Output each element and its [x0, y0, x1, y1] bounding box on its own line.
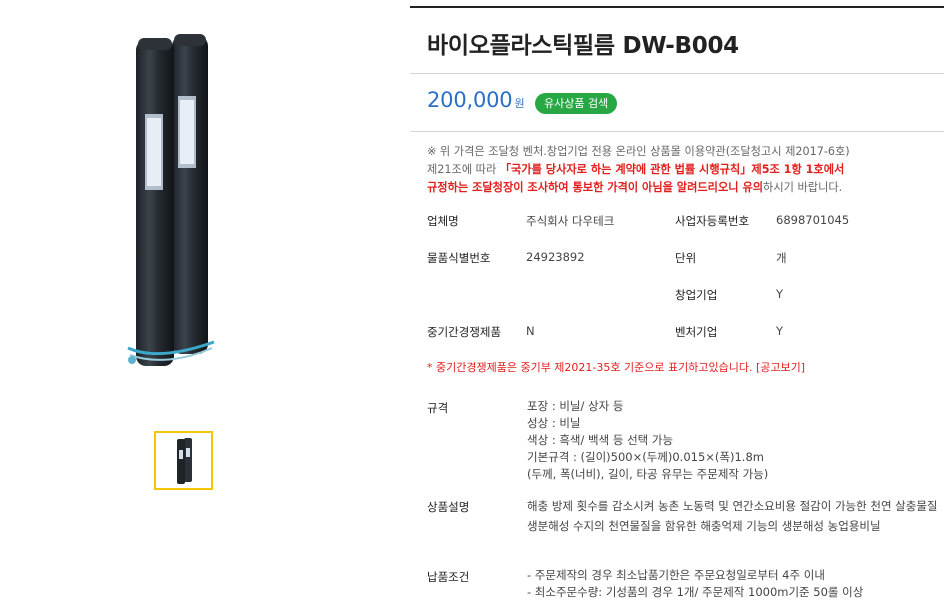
delivery-line: - 주문제작의 경우 최소납품기한은 주문요청일로부터 4주 이내 [527, 568, 825, 582]
itemno-value: 24923892 [526, 250, 585, 264]
notice-text: 제21조에 따라 [427, 163, 500, 176]
spec-line: 포장 : 비닐/ 상자 등 [527, 399, 624, 413]
delivery-list: - 주문제작의 경우 최소납품기한은 주문요청일로부터 4주 이내 - 최소주문… [527, 567, 942, 601]
product-thumbnail[interactable] [154, 431, 213, 490]
spec-label: 규격 [427, 401, 449, 415]
bizno-value: 6898701045 [776, 213, 850, 227]
venture-value: Y [776, 324, 784, 338]
sme-label: 중기간경쟁제품 [427, 325, 502, 339]
sme-value: N [526, 324, 535, 338]
similar-products-button[interactable]: 유사상품 검색 [535, 93, 618, 114]
film-rolls-image [127, 34, 215, 366]
thumbnail-image [176, 437, 192, 484]
venture-label: 벤처기업 [675, 325, 718, 339]
notice-link[interactable]: [공고보기] [756, 361, 805, 374]
spec-line: 색상 : 흑색/ 백색 등 선택 가능 [527, 433, 674, 447]
price-value: 200,000 [427, 88, 513, 112]
notice-line-3: 규정하는 조달청장이 조사하여 통보한 가격이 아님을 알려드리오니 유의하시기… [427, 179, 937, 197]
footnote-text: * 중기간경쟁제품은 중기부 제2021-35호 기준으로 표기하고있습니다. [427, 361, 756, 374]
top-divider [410, 6, 944, 8]
spec-line: (두께, 폭(너비), 길이, 타공 유무는 주문제작 가능) [527, 467, 769, 481]
itemno-label: 물품식별번호 [427, 251, 491, 265]
notice-line-1: ※ 위 가격은 조달청 벤처.창업기업 전용 온라인 상품몰 이용약관(조달청고… [427, 145, 850, 158]
notice-emphasis: 규정하는 조달청장이 조사하여 통보한 가격이 아님을 알려드리오니 유의 [427, 181, 764, 194]
company-label: 업체명 [427, 214, 459, 228]
price-notice: ※ 위 가격은 조달청 벤처.창업기업 전용 온라인 상품몰 이용약관(조달청고… [427, 143, 937, 197]
sme-footnote: * 중기간경쟁제품은 중기부 제2021-35호 기준으로 표기하고있습니다. … [427, 359, 805, 375]
spec-line: 성상 : 비닐 [527, 416, 581, 430]
divider [410, 131, 944, 132]
bizno-label: 사업자등록번호 [675, 214, 750, 228]
delivery-line: - 최소주문수량: 기성품의 경우 1개/ 주문제작 1000m기준 50롤 이… [527, 585, 864, 599]
spec-line: 기본규격 : (길이)500×(두께)0.015×(폭)1.8m [527, 450, 764, 464]
product-info-panel: 바이오플라스틱필름 DW-B004 200,000 원 유사상품 검색 ※ 위 … [410, 0, 944, 609]
delivery-label: 납품조건 [427, 570, 470, 584]
notice-emphasis: 「국가를 당사자로 하는 계약에 관한 법률 시행규칙」제5조 1항 1호에서 [499, 163, 845, 176]
product-title: 바이오플라스틱필름 DW-B004 [427, 33, 739, 59]
price-row: 200,000 원 [427, 88, 525, 112]
price-currency: 원 [514, 97, 525, 110]
divider [410, 73, 944, 74]
product-main-image [110, 30, 235, 380]
company-value: 주식회사 다우테크 [526, 214, 615, 228]
notice-text: 하시기 바랍니다. [763, 181, 843, 194]
startup-label: 창업기업 [675, 288, 718, 302]
startup-value: Y [776, 287, 784, 301]
description-text: 해충 방제 횟수를 감소시켜 농촌 노동력 및 연간소요비용 절감이 가능한 천… [527, 499, 938, 533]
notice-line-2: 제21조에 따라 「국가를 당사자로 하는 계약에 관한 법률 시행규칙」제5조… [427, 161, 937, 179]
unit-value: 개 [776, 251, 787, 265]
spec-list: 포장 : 비닐/ 상자 등 성상 : 비닐 색상 : 흑색/ 백색 등 선택 가… [527, 398, 942, 483]
unit-label: 단위 [675, 251, 697, 265]
description-label: 상품설명 [427, 500, 470, 514]
